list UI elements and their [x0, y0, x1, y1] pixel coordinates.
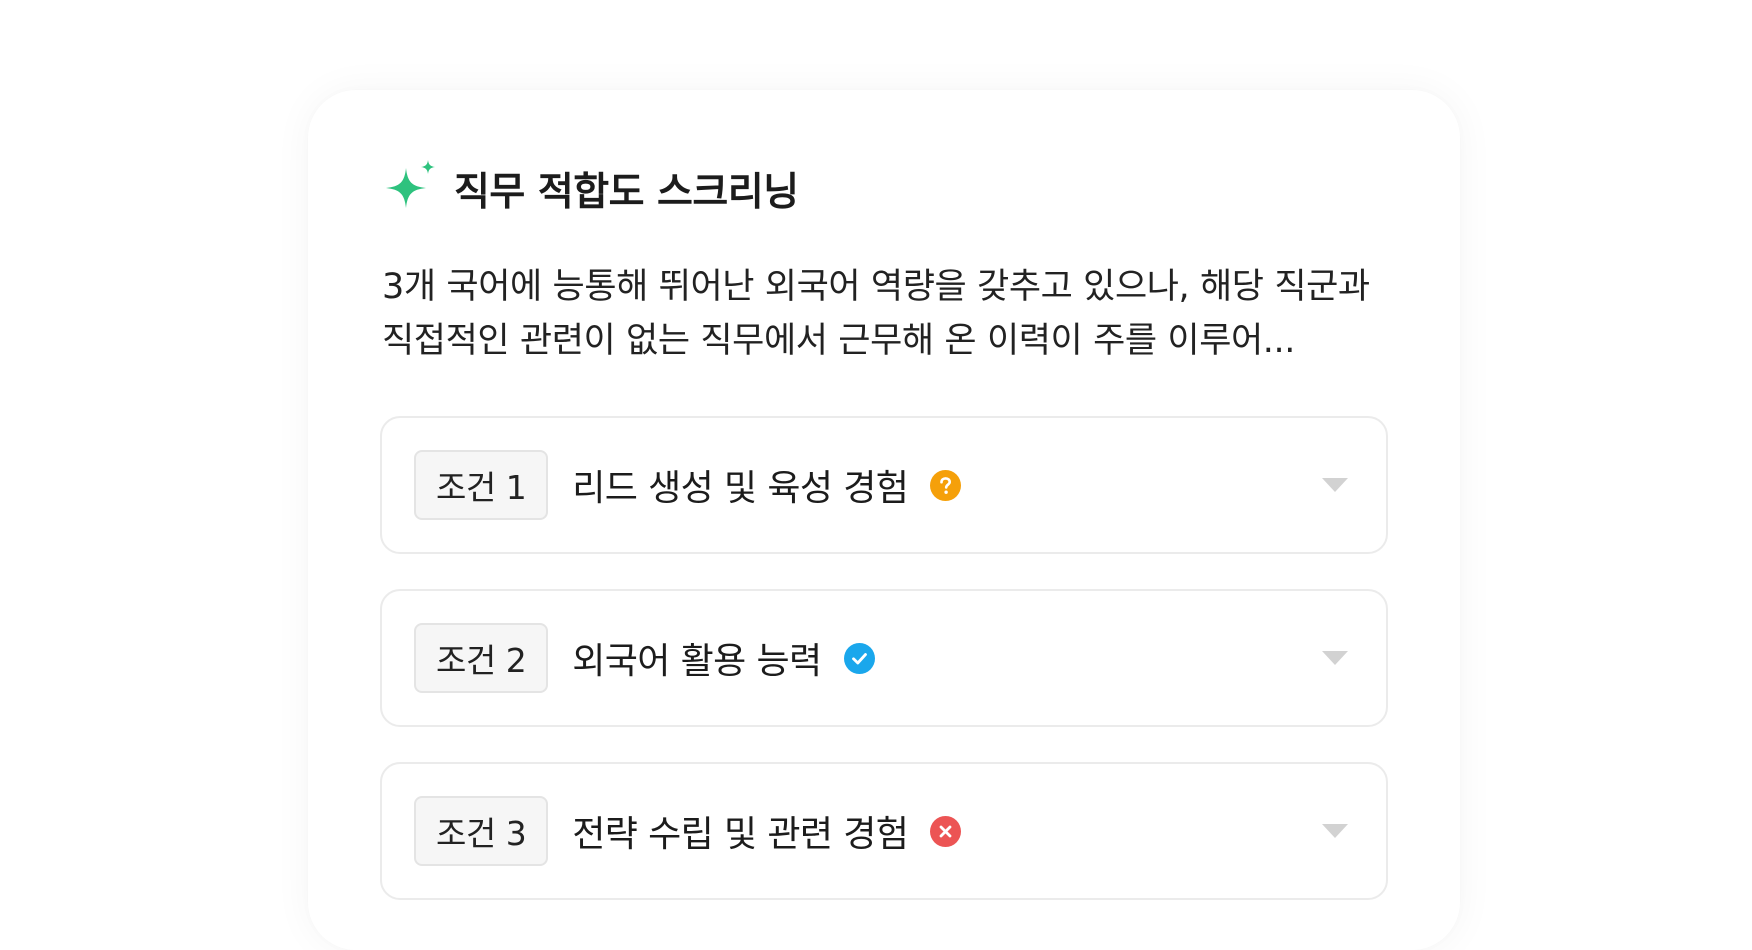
- criterion-item-3[interactable]: 조건 3 전략 수립 및 관련 경험: [380, 762, 1388, 900]
- sparkle-icon: [386, 160, 435, 208]
- criterion-tag: 조건 1: [414, 450, 549, 520]
- card-header: 직무 적합도 스크리닝: [382, 160, 799, 218]
- criterion-label: 전략 수립 및 관련 경험: [572, 814, 909, 855]
- criterion-label: 외국어 활용 능력: [572, 641, 822, 682]
- question-icon: [930, 469, 962, 501]
- page-title: 직무 적합도 스크리닝: [454, 170, 799, 215]
- summary-text: 3개 국어에 능통해 뛰어난 외국어 역량을 갖추고 있으나, 해당 직군과 직…: [382, 267, 1370, 361]
- criterion-item-1[interactable]: 조건 1 리드 생성 및 육성 경험: [380, 416, 1388, 554]
- criterion-label: 리드 생성 및 육성 경험: [572, 468, 909, 509]
- criterion-tag: 조건 3: [414, 796, 549, 866]
- chevron-down-icon[interactable]: [1322, 478, 1348, 492]
- x-icon: [930, 815, 962, 847]
- criterion-tag: 조건 2: [414, 623, 549, 693]
- chevron-down-icon[interactable]: [1322, 824, 1348, 838]
- criteria-list: 조건 1 리드 생성 및 육성 경험 조건 2 외국어 활용 능력 조건 3 전…: [380, 416, 1388, 935]
- criterion-item-2[interactable]: 조건 2 외국어 활용 능력: [380, 589, 1388, 727]
- screening-card: 직무 적합도 스크리닝 3개 국어에 능통해 뛰어난 외국어 역량을 갖추고 있…: [308, 90, 1460, 950]
- check-icon: [843, 642, 875, 674]
- chevron-down-icon[interactable]: [1322, 651, 1348, 665]
